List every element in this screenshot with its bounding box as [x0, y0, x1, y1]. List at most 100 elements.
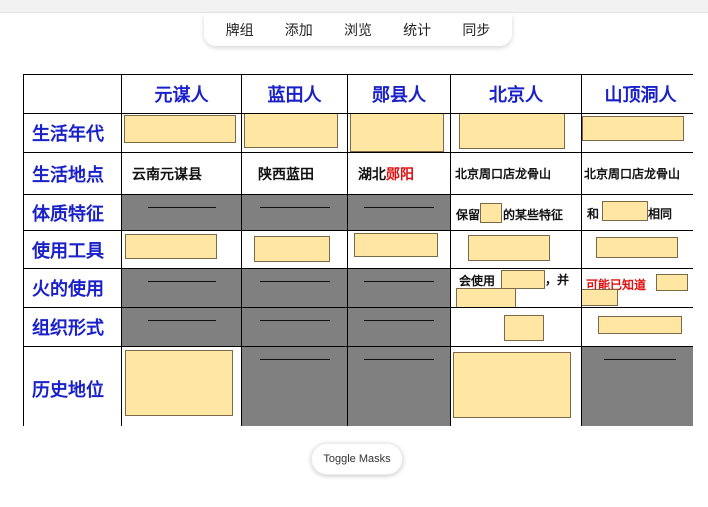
- window-top-strip: [0, 0, 708, 13]
- menu-browse[interactable]: 浏览: [340, 18, 376, 42]
- blank-line: [364, 320, 434, 321]
- cell-physique-lantian: [241, 194, 348, 231]
- cloze-mask[interactable]: [254, 236, 330, 262]
- cell-fire-yunxian: [347, 268, 451, 308]
- row-label-tools: 使用工具: [23, 230, 122, 269]
- cloze-mask[interactable]: [244, 114, 338, 148]
- cloze-mask[interactable]: [459, 114, 565, 149]
- cloze-mask[interactable]: [354, 233, 438, 257]
- row-significance: 历史地位: [23, 346, 693, 426]
- cell-org-beijing: [450, 307, 582, 347]
- cloze-mask[interactable]: [456, 288, 516, 307]
- top-menu: 牌组 添加 浏览 统计 同步: [204, 14, 512, 46]
- cell-era-yuanmou: [121, 113, 242, 153]
- fire-beijing-pre: 会使用: [459, 274, 496, 288]
- cell-org-lantian: [241, 307, 348, 347]
- cell-tools-yuanmou: [121, 230, 242, 269]
- trait-shandingdong-post: 相同: [648, 207, 673, 221]
- row-label-organization: 组织形式: [23, 307, 122, 347]
- menu-sync[interactable]: 同步: [458, 18, 494, 42]
- cell-place-beijing: 北京周口店龙骨山: [450, 152, 582, 195]
- blank-line: [260, 281, 330, 282]
- cloze-mask[interactable]: [125, 350, 233, 416]
- blank-line: [260, 320, 330, 321]
- cell-tools-beijing: [450, 230, 582, 269]
- cloze-mask[interactable]: [504, 315, 544, 341]
- cell-org-yuanmou: [121, 307, 242, 347]
- row-era: 生活年代: [23, 113, 693, 153]
- cell-physique-shandingdong: 和 相同: [581, 194, 693, 231]
- cell-sig-shandingdong: [581, 346, 693, 426]
- cell-physique-yuanmou: [121, 194, 242, 231]
- menu-stats[interactable]: 统计: [399, 18, 435, 42]
- blank-line: [364, 281, 434, 282]
- ancient-humans-table: 元谋人 蓝田人 郧县人 北京人 山顶洞人 生活年代 生活地点 云南元谋县 陕西蓝…: [23, 74, 693, 426]
- cell-org-yunxian: [347, 307, 451, 347]
- cell-era-lantian: [241, 113, 348, 153]
- cloze-mask[interactable]: [453, 352, 571, 418]
- place-yunxian-prefix: 湖北: [358, 166, 386, 183]
- row-label-era: 生活年代: [23, 113, 122, 153]
- cell-fire-shandingdong: 可能已知道: [581, 268, 693, 308]
- row-organization: 组织形式: [23, 307, 693, 347]
- cell-fire-beijing: 会使用 ，并: [450, 268, 582, 308]
- header-beijing: 北京人: [450, 74, 582, 114]
- cloze-mask[interactable]: [582, 116, 684, 141]
- row-label-place: 生活地点: [23, 152, 122, 195]
- blank-line: [364, 359, 434, 360]
- row-label-significance: 历史地位: [23, 346, 122, 426]
- blank-line: [148, 281, 216, 282]
- row-physique: 体质特征 保留 的某些特征 和 相同: [23, 194, 693, 231]
- header-yunxian: 郧县人: [347, 74, 451, 114]
- header-shandingdong: 山顶洞人: [581, 74, 693, 114]
- cell-era-beijing: [450, 113, 582, 153]
- cell-tools-lantian: [241, 230, 348, 269]
- blank-line: [148, 207, 216, 208]
- cloze-mask[interactable]: [124, 115, 236, 143]
- blank-line: [604, 359, 676, 360]
- cloze-mask[interactable]: [350, 114, 444, 152]
- blank-line: [364, 207, 434, 208]
- card-table-container: 元谋人 蓝田人 郧县人 北京人 山顶洞人 生活年代 生活地点 云南元谋县 陕西蓝…: [23, 74, 693, 426]
- cell-era-shandingdong: [581, 113, 693, 153]
- cloze-mask[interactable]: [468, 235, 550, 261]
- cell-fire-lantian: [241, 268, 348, 308]
- cell-era-yunxian: [347, 113, 451, 153]
- header-lantian: 蓝田人: [241, 74, 348, 114]
- row-label-physique: 体质特征: [23, 194, 122, 231]
- cell-tools-yunxian: [347, 230, 451, 269]
- header-yuanmou: 元谋人: [121, 74, 242, 114]
- cell-org-shandingdong: [581, 307, 693, 347]
- cell-physique-beijing: 保留 的某些特征: [450, 194, 582, 231]
- cell-fire-yuanmou: [121, 268, 242, 308]
- cloze-mask[interactable]: [602, 201, 648, 221]
- cell-sig-beijing: [450, 346, 582, 426]
- cloze-mask[interactable]: [656, 274, 688, 291]
- cell-place-yuanmou: 云南元谋县: [121, 152, 242, 195]
- row-fire: 火的使用 会使用 ，并 可能已知道: [23, 268, 693, 308]
- cloze-mask[interactable]: [598, 316, 682, 334]
- trait-beijing-post: 的某些特征: [503, 208, 564, 222]
- trait-beijing-pre: 保留: [456, 208, 481, 222]
- cloze-mask[interactable]: [501, 270, 545, 289]
- trait-shandingdong-pre: 和: [587, 207, 600, 221]
- cell-place-yunxian: 湖北郧阳: [347, 152, 451, 195]
- menu-decks[interactable]: 牌组: [222, 18, 258, 42]
- header-corner: [23, 74, 122, 114]
- cell-sig-yunxian: [347, 346, 451, 426]
- header-row: 元谋人 蓝田人 郧县人 北京人 山顶洞人: [23, 74, 693, 114]
- cell-tools-shandingdong: [581, 230, 693, 269]
- cloze-mask[interactable]: [480, 203, 502, 223]
- row-tools: 使用工具: [23, 230, 693, 269]
- cloze-mask[interactable]: [582, 289, 618, 306]
- cloze-mask[interactable]: [125, 234, 217, 259]
- fire-beijing-post: ，并: [545, 273, 570, 287]
- blank-line: [260, 207, 330, 208]
- toggle-masks-button[interactable]: Toggle Masks: [311, 443, 403, 475]
- cell-place-lantian: 陕西蓝田: [241, 152, 348, 195]
- cloze-mask[interactable]: [596, 237, 678, 258]
- menu-add[interactable]: 添加: [281, 18, 317, 42]
- row-label-fire: 火的使用: [23, 268, 122, 308]
- place-yunxian-red: 郧阳: [386, 166, 414, 183]
- blank-line: [260, 359, 330, 360]
